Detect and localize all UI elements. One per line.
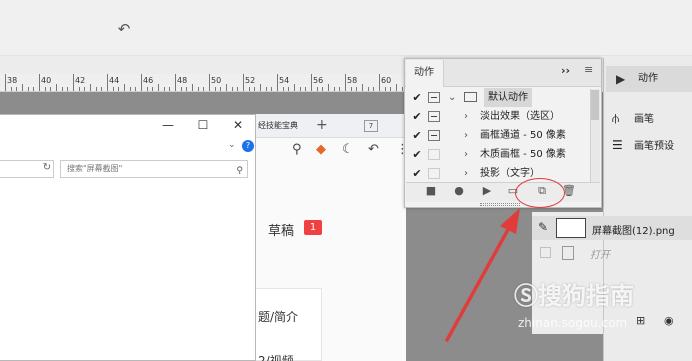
new-document-icon[interactable]: ⊞ [636, 314, 645, 327]
history-checkbox[interactable] [540, 247, 551, 258]
watermark-text: 搜狗指南 [538, 282, 634, 310]
snapshot-name: 屏幕截图(12).png [592, 226, 675, 237]
history-open-label[interactable]: 打开 [590, 246, 610, 261]
watermark-brand: Ⓢ搜狗指南 [514, 276, 634, 311]
document-icon [562, 246, 574, 260]
history-brush-icon[interactable]: ✎ [538, 220, 548, 234]
camera-icon[interactable]: ◉ [664, 314, 674, 327]
snapshot-thumbnail [556, 218, 586, 238]
watermark-url: zhinan.sogou.com [518, 316, 628, 330]
watermark-logo-icon: Ⓢ [514, 282, 538, 310]
